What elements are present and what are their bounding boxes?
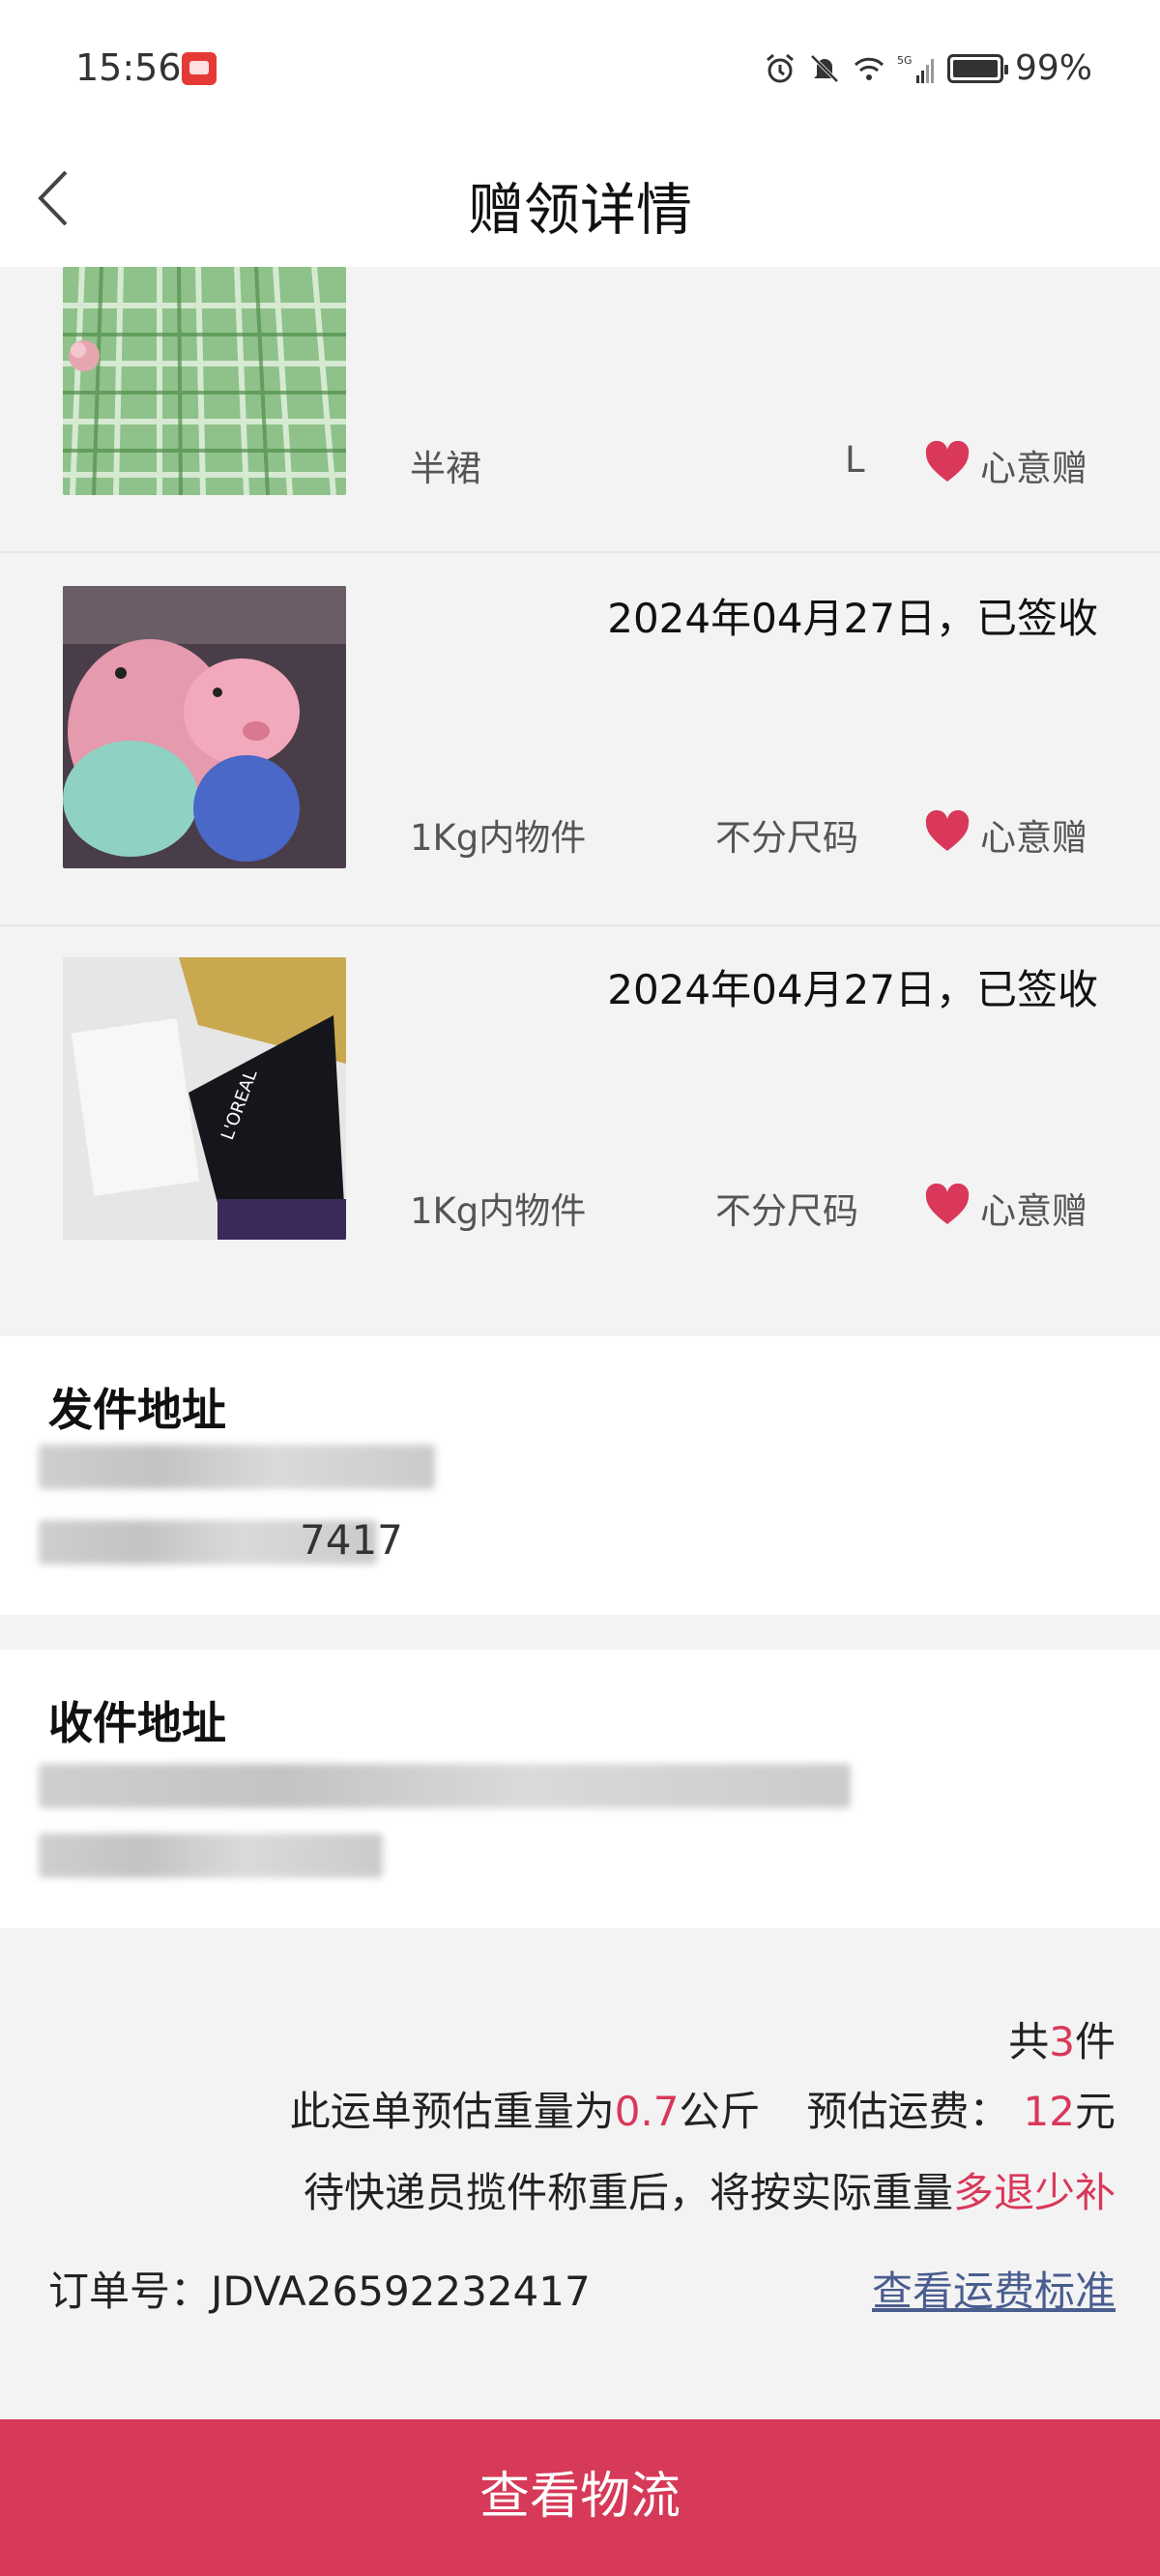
item-date-status: 2024年04月27日，已签收	[607, 966, 1098, 1013]
gift-type-label: 心意赠	[980, 448, 1088, 489]
item-category: 1Kg内物件	[410, 817, 587, 859]
item-size: 不分尺码	[715, 1190, 858, 1232]
redacted-address-line	[39, 1445, 435, 1489]
gift-item[interactable]: 2024年04月27日，已签收 1Kg内物件 不分尺码 心意赠	[0, 553, 1160, 924]
gift-item[interactable]: L'OREAL 2024年04月27日，已签收 1Kg内物件 不分尺码 心意赠	[0, 926, 1160, 1298]
svg-text:5G: 5G	[897, 54, 913, 67]
nav-header: 赠领详情	[0, 135, 1160, 267]
heart-icon	[925, 441, 970, 482]
page-title: 赠领详情	[467, 177, 692, 243]
item-count: 共3件	[1008, 2018, 1116, 2065]
item-photo-cosmetics: L'OREAL	[63, 957, 346, 1240]
order-value: JDVA26592232417	[211, 2268, 591, 2315]
view-logistics-button[interactable]: 查看物流	[0, 2419, 1160, 2576]
gift-type-label: 心意赠	[980, 817, 1088, 859]
heart-icon	[925, 810, 970, 851]
sender-phone-tail: 7417	[300, 1516, 403, 1564]
signal-5g-icon: 5G	[897, 54, 934, 83]
alarm-icon	[767, 53, 794, 82]
redacted-address-line	[39, 1764, 851, 1808]
item-size: 不分尺码	[715, 817, 858, 859]
item-photo-plush	[63, 586, 346, 868]
weight-note-highlight: 多退少补	[952, 2169, 1116, 2216]
receiver-address-panel: 收件地址	[0, 1650, 1160, 1928]
item-size: L	[845, 439, 865, 481]
battery-icon	[946, 53, 1008, 83]
weight-value: 0.7	[614, 2088, 680, 2135]
item-date-status: 2024年04月27日，已签收	[607, 595, 1098, 642]
heart-icon	[925, 1184, 970, 1224]
receiver-address-title: 收件地址	[48, 1697, 226, 1749]
sender-address-title: 发件地址	[48, 1384, 226, 1436]
item-photo-skirt	[63, 267, 346, 495]
redacted-contact-line	[39, 1833, 383, 1878]
wifi-icon	[854, 57, 884, 80]
item-category: 半裙	[410, 448, 481, 489]
status-time: 15:56	[75, 46, 182, 89]
order-number: 订单号：JDVA26592232417	[48, 2259, 591, 2318]
item-count-value: 3	[1049, 2018, 1075, 2065]
app-notification-icon	[182, 52, 217, 85]
status-bar: 15:56 5G 99%	[0, 0, 1160, 135]
gift-item[interactable]: 半裙 L 心意赠	[0, 267, 1160, 551]
weight-fee-line: 此运单预估重量为0.7公斤 预估运费： 12元	[289, 2088, 1116, 2135]
fee-value: 12	[1023, 2088, 1075, 2135]
mute-bell-icon	[810, 54, 839, 82]
fee-standard-link[interactable]: 查看运费标准	[872, 2259, 1116, 2318]
weight-note: 待快递员揽件称重后，将按实际重量多退少补	[303, 2169, 1116, 2216]
gift-type-label: 心意赠	[980, 1190, 1088, 1232]
order-label: 订单号：	[48, 2268, 212, 2315]
status-icons: 5G 99%	[764, 48, 1092, 88]
item-category: 1Kg内物件	[410, 1190, 587, 1232]
sender-address-panel: 发件地址 7417	[0, 1336, 1160, 1615]
battery-percent: 99%	[1014, 48, 1092, 88]
